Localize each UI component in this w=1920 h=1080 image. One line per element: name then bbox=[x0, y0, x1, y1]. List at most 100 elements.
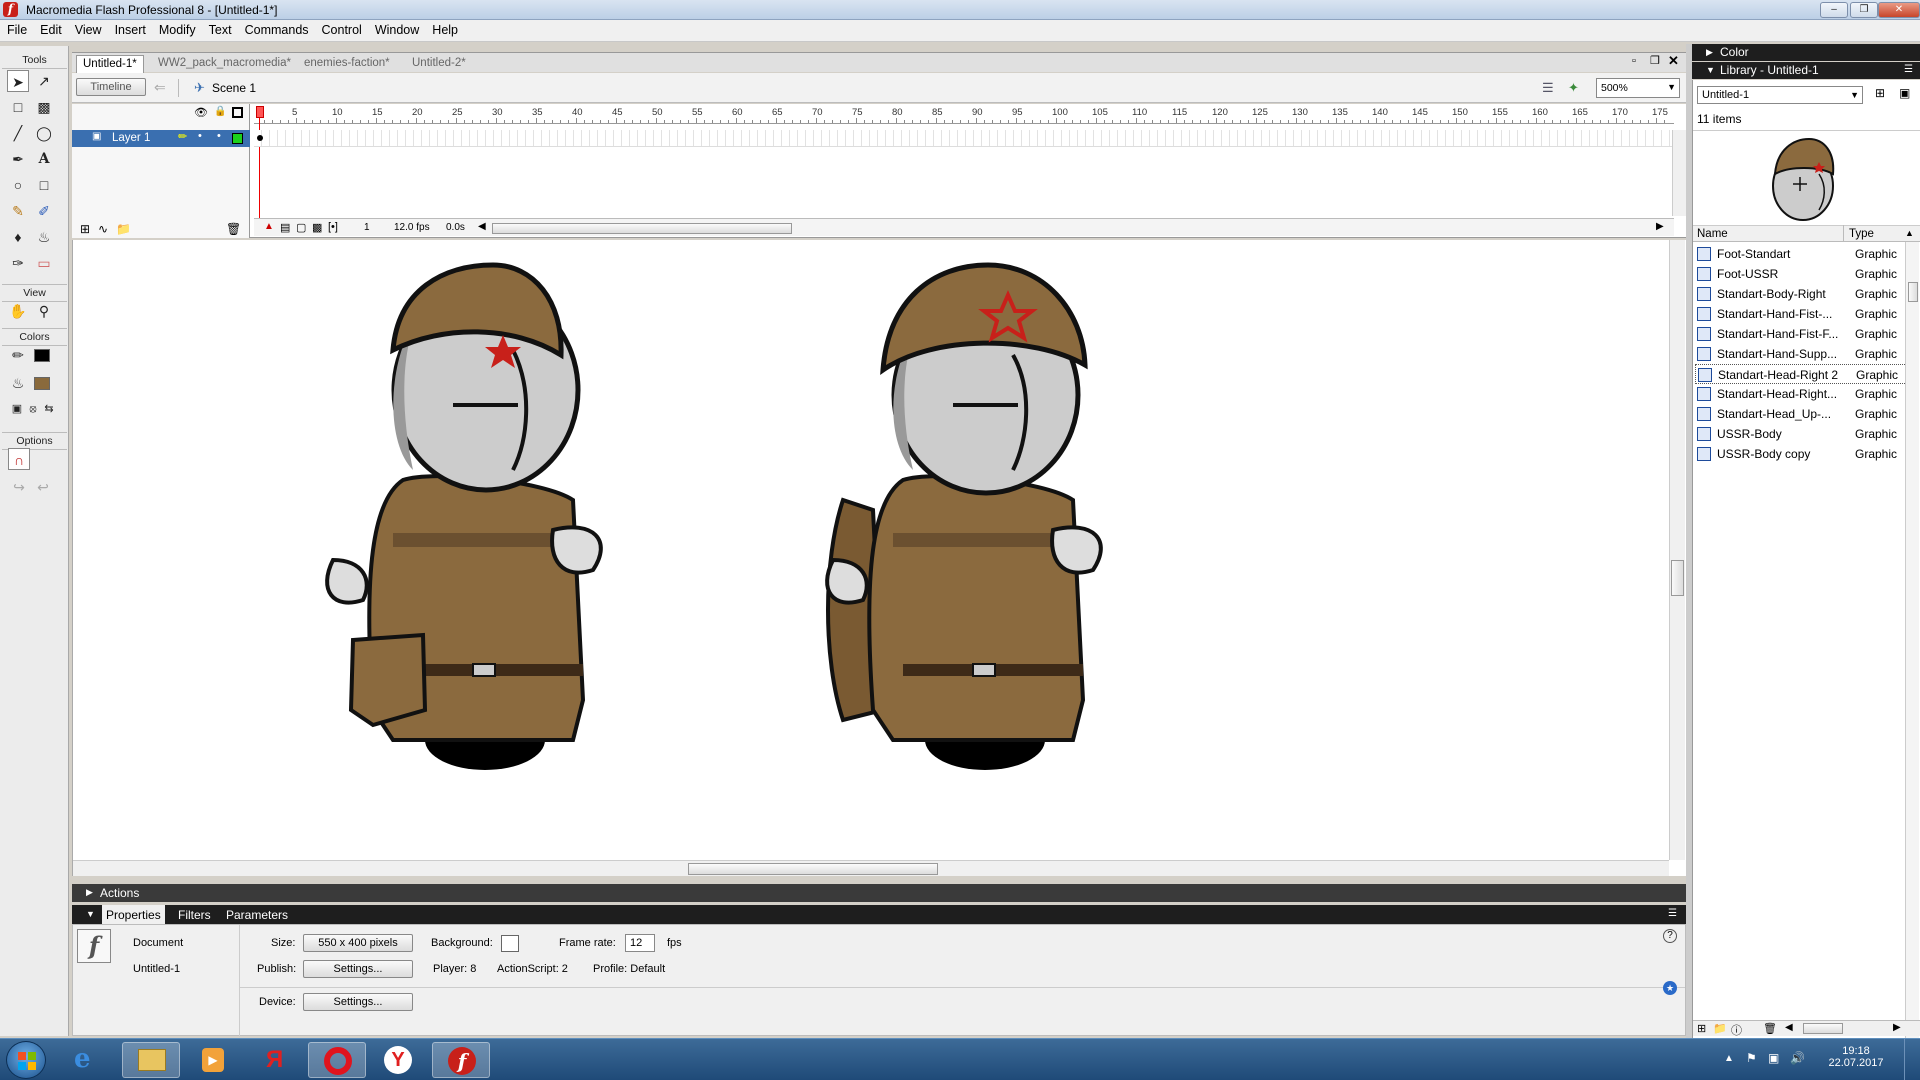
lasso-tool-icon[interactable]: ◯ bbox=[33, 122, 55, 144]
keyframe-icon[interactable] bbox=[257, 135, 263, 141]
menu-insert[interactable]: Insert bbox=[108, 20, 152, 37]
taskbar-yandex-browser[interactable]: Y bbox=[370, 1042, 428, 1078]
new-library-panel-icon[interactable]: ▣ bbox=[1899, 86, 1910, 100]
layer-row[interactable]: ▣ Layer 1 ✏ • • bbox=[72, 130, 250, 147]
zoom-tool-icon[interactable]: ⚲ bbox=[33, 300, 55, 322]
library-hscroll-thumb[interactable] bbox=[1803, 1023, 1843, 1034]
library-item[interactable]: Foot-USSR Graphic bbox=[1695, 264, 1917, 284]
menu-window[interactable]: Window bbox=[368, 20, 425, 37]
lock-icon[interactable]: 🔒 bbox=[214, 106, 226, 117]
menu-help[interactable]: Help bbox=[425, 20, 464, 37]
lock-dot-icon[interactable]: • bbox=[217, 130, 221, 142]
size-button[interactable]: 550 x 400 pixels bbox=[303, 934, 413, 952]
eraser-tool-icon[interactable]: ▭ bbox=[33, 252, 55, 274]
column-type[interactable]: Type bbox=[1849, 228, 1874, 240]
swap-colors-icon[interactable]: ⇆ bbox=[38, 398, 60, 420]
straighten-icon[interactable]: ↩ bbox=[32, 476, 54, 498]
fill-transform-tool-icon[interactable]: ▩ bbox=[33, 96, 55, 118]
menu-file[interactable]: File bbox=[0, 20, 33, 37]
library-item[interactable]: USSR-Body Graphic bbox=[1695, 424, 1917, 444]
tab-untitled-1[interactable]: Untitled-1* bbox=[76, 55, 144, 73]
outline-color-icon[interactable] bbox=[232, 133, 243, 144]
taskbar-flash[interactable]: f bbox=[432, 1042, 490, 1078]
fill-color-icon[interactable]: ♨ bbox=[7, 372, 29, 394]
library-item[interactable]: Standart-Hand-Fist-F... Graphic bbox=[1695, 324, 1917, 344]
onion-skin-icon[interactable]: ▤ bbox=[280, 221, 290, 234]
fill-color-swatch[interactable] bbox=[34, 377, 50, 390]
hand-tool-icon[interactable]: ✋ bbox=[7, 300, 29, 322]
ink-bottle-tool-icon[interactable]: ♦ bbox=[7, 226, 29, 248]
stage[interactable] bbox=[72, 240, 1686, 876]
menu-text[interactable]: Text bbox=[202, 20, 238, 37]
show-desktop-button[interactable] bbox=[1904, 1039, 1920, 1080]
start-button[interactable] bbox=[6, 1041, 46, 1079]
arrow-tool-icon[interactable]: ➤ bbox=[7, 70, 29, 92]
doc-minimize-icon[interactable]: ▫ bbox=[1632, 55, 1636, 67]
color-panel-header[interactable]: ▶ Color bbox=[1692, 44, 1920, 61]
rectangle-tool-icon[interactable]: □ bbox=[33, 174, 55, 196]
menu-commands[interactable]: Commands bbox=[238, 20, 315, 37]
insert-layer-icon[interactable]: ⊞ bbox=[80, 222, 90, 236]
oval-tool-icon[interactable]: ○ bbox=[7, 174, 29, 196]
motion-guide-icon[interactable]: ∿ bbox=[98, 222, 108, 236]
library-item[interactable]: Standart-Body-Right Graphic bbox=[1695, 284, 1917, 304]
center-frame-icon[interactable]: ▲ bbox=[264, 221, 274, 232]
eye-icon[interactable]: 👁 bbox=[194, 106, 208, 119]
menu-control[interactable]: Control bbox=[315, 20, 368, 37]
menu-edit[interactable]: Edit bbox=[33, 20, 68, 37]
tab-ww2-pack[interactable]: WW2_pack_macromedia* bbox=[152, 55, 297, 73]
collapse-arrow-icon[interactable]: ▼ bbox=[86, 909, 95, 919]
scroll-left-icon[interactable]: ◀ bbox=[478, 221, 486, 232]
frame-ruler[interactable]: 5 10 15 20 25 30 35 40 45 50 55 60 65 70 75 80 85 90 95 100… bbox=[254, 106, 1674, 124]
menu-view[interactable]: View bbox=[68, 20, 108, 37]
properties-icon[interactable]: ⓘ bbox=[1731, 1022, 1742, 1038]
pencil-tool-icon[interactable]: ✎ bbox=[7, 200, 29, 222]
tab-parameters[interactable]: Parameters bbox=[226, 908, 288, 922]
help-icon[interactable]: ? bbox=[1663, 929, 1677, 943]
edit-scene-icon[interactable]: ☰ bbox=[1542, 80, 1554, 96]
doc-close-icon[interactable]: ✕ bbox=[1668, 53, 1679, 69]
tray-arrow-icon[interactable]: ▲ bbox=[1724, 1053, 1734, 1064]
taskbar-ie[interactable]: e bbox=[60, 1042, 118, 1078]
library-select[interactable]: Untitled-1 ▼ bbox=[1697, 86, 1863, 104]
sort-arrow-icon[interactable]: ▲ bbox=[1905, 228, 1914, 238]
back-arrow-icon[interactable]: ⇐ bbox=[154, 79, 166, 96]
pin-library-icon[interactable]: ⊞ bbox=[1875, 86, 1885, 100]
taskbar-opera[interactable] bbox=[308, 1042, 366, 1078]
timeline-scroll-thumb[interactable] bbox=[492, 223, 792, 234]
library-item[interactable]: USSR-Body copy Graphic bbox=[1695, 444, 1917, 464]
accessibility-icon[interactable]: ★ bbox=[1663, 981, 1677, 995]
edit-symbols-icon[interactable]: ✦ bbox=[1568, 80, 1579, 96]
brush-tool-icon[interactable]: ✐ bbox=[33, 200, 55, 222]
stage-vscroll[interactable] bbox=[1669, 240, 1685, 860]
onion-outline-icon[interactable]: ▢ bbox=[296, 221, 306, 234]
tray-clock[interactable]: 19:18 22.07.2017 bbox=[1816, 1045, 1896, 1069]
frame-rate-input[interactable]: 12 bbox=[625, 934, 655, 952]
onion-markers-icon[interactable]: [•] bbox=[328, 221, 338, 233]
new-symbol-icon[interactable]: ⊞ bbox=[1697, 1022, 1706, 1035]
delete-layer-icon[interactable]: 🗑 bbox=[226, 222, 241, 236]
library-panel-header[interactable]: ▼ Library - Untitled-1 ☰ bbox=[1692, 62, 1920, 79]
library-item[interactable]: Standart-Hand-Supp... Graphic bbox=[1695, 344, 1917, 364]
library-item[interactable]: Standart-Head_Up-... Graphic bbox=[1695, 404, 1917, 424]
text-tool-icon[interactable]: A bbox=[33, 148, 55, 170]
tab-properties[interactable]: Properties bbox=[102, 905, 165, 924]
stage-vscroll-thumb[interactable] bbox=[1671, 560, 1684, 596]
zoom-select[interactable]: 500% ▼ bbox=[1596, 78, 1680, 98]
paint-bucket-tool-icon[interactable]: ♨ bbox=[33, 226, 55, 248]
line-tool-icon[interactable]: ╱ bbox=[7, 122, 29, 144]
library-vscroll-thumb[interactable] bbox=[1908, 282, 1918, 302]
close-button[interactable]: ✕ bbox=[1878, 2, 1920, 18]
tab-enemies-faction[interactable]: enemies-faction* bbox=[298, 55, 396, 73]
tab-untitled-2[interactable]: Untitled-2* bbox=[406, 55, 472, 73]
outline-icon[interactable] bbox=[232, 107, 243, 118]
device-settings-button[interactable]: Settings... bbox=[303, 993, 413, 1011]
stroke-color-swatch[interactable] bbox=[34, 349, 50, 362]
playhead-handle[interactable] bbox=[256, 106, 264, 118]
free-transform-tool-icon[interactable]: □ bbox=[7, 96, 29, 118]
smooth-icon[interactable]: ↪ bbox=[8, 476, 30, 498]
edit-multiple-icon[interactable]: ▩ bbox=[312, 221, 322, 234]
doc-restore-icon[interactable]: ❐ bbox=[1650, 54, 1660, 67]
column-name[interactable]: Name bbox=[1697, 228, 1728, 240]
snap-magnet-icon[interactable]: ∩ bbox=[8, 448, 30, 470]
